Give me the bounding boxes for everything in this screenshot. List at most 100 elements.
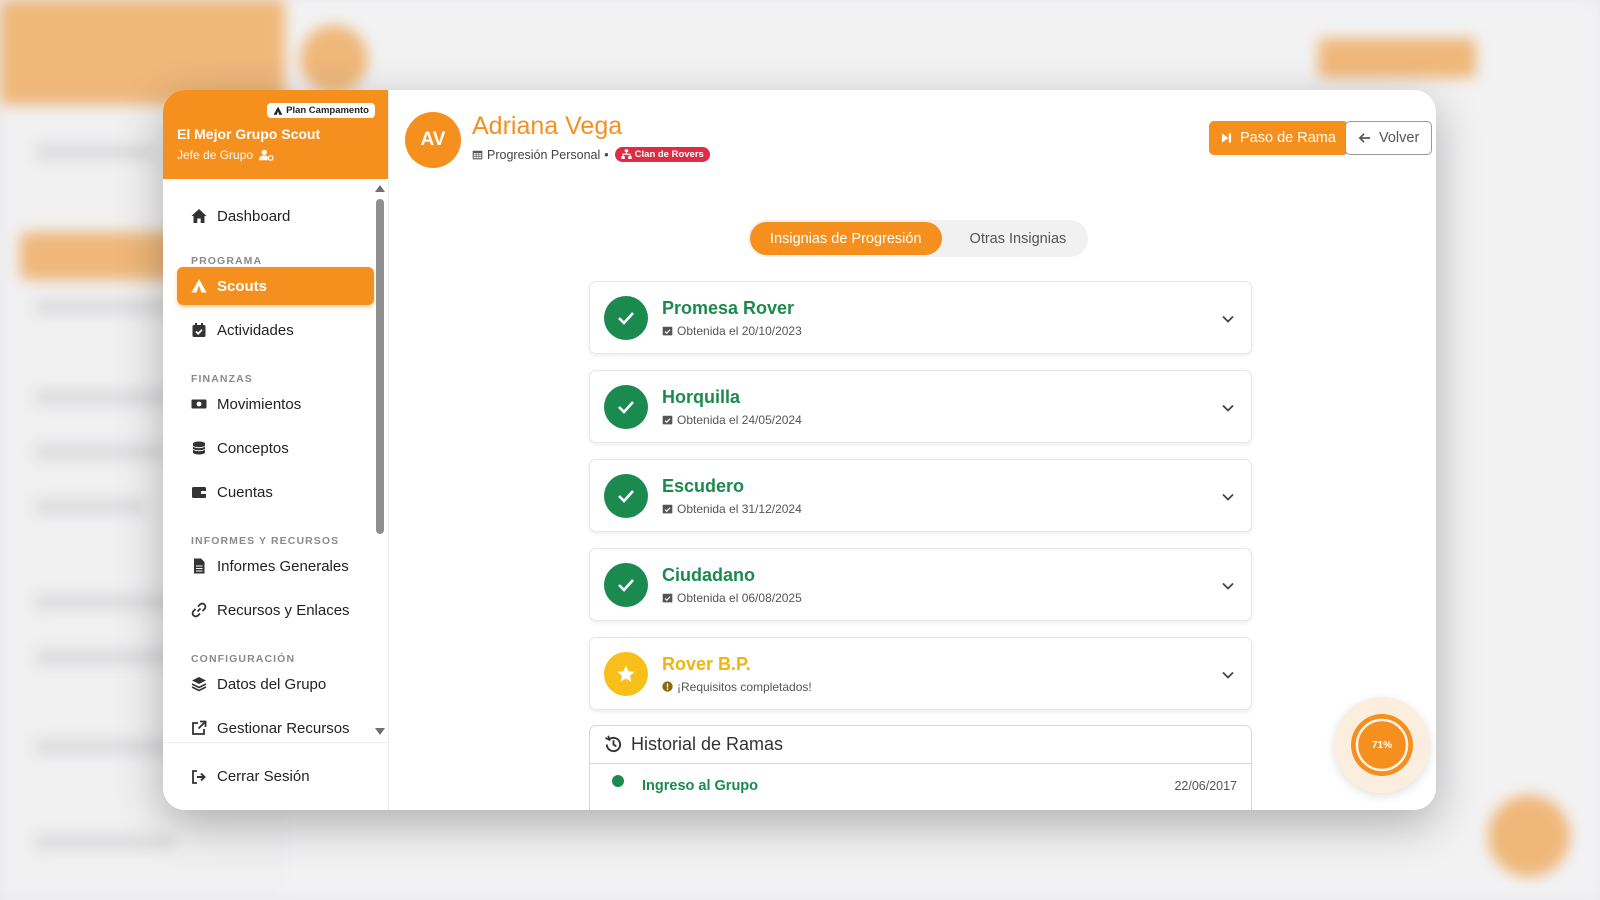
campfire-icon <box>273 106 283 115</box>
chevron-down-icon[interactable] <box>1221 401 1235 415</box>
calendar-check-icon <box>662 415 673 425</box>
calendar-check-icon <box>662 326 673 336</box>
chevron-down-icon[interactable] <box>1221 490 1235 504</box>
arrow-left-icon <box>1358 133 1371 143</box>
logout-button[interactable]: Cerrar Sesión <box>177 758 324 796</box>
progress-button[interactable]: 71% <box>1334 697 1430 793</box>
scroll-thumb[interactable] <box>376 199 384 534</box>
sidebar-item-informes-generales[interactable]: Informes Generales <box>177 547 374 585</box>
insignia-card[interactable]: Escudero Obtenida el 31/12/2024 <box>589 459 1252 532</box>
sidebar-item-label: Datos del Grupo <box>217 675 327 693</box>
calendar-check-icon <box>662 593 673 603</box>
sidebar-item-label: Movimientos <box>217 395 302 413</box>
sidebar-item-movimientos[interactable]: Movimientos <box>177 385 374 423</box>
historial-row-date: 22/06/2017 <box>1174 779 1237 793</box>
check-icon <box>604 295 648 340</box>
avatar: AV <box>405 112 461 168</box>
insignia-title: Ciudadano <box>662 564 755 585</box>
calendar-check-icon <box>662 504 673 514</box>
subtitle-label: Progresión Personal <box>487 147 601 162</box>
insignia-status: Obtenida el 31/12/2024 <box>662 502 802 516</box>
sidebar-header: Plan Campamento El Mejor Grupo Scout Jef… <box>163 90 388 179</box>
progress-label: 71% <box>1371 739 1392 751</box>
insignia-status-text: ¡Requisitos completados! <box>677 679 812 694</box>
insignia-card[interactable]: Ciudadano Obtenida el 06/08/2025 <box>589 548 1252 621</box>
money-icon <box>191 399 207 409</box>
sidebar: Plan Campamento El Mejor Grupo Scout Jef… <box>163 90 389 810</box>
sidebar-scrollbar[interactable] <box>375 185 385 735</box>
link-icon <box>191 602 207 618</box>
home-icon <box>191 209 207 223</box>
insignias-list: Promesa Rover Obtenida el 20/10/2023 Hor… <box>589 281 1252 726</box>
volver-button[interactable]: Volver <box>1345 121 1433 155</box>
insignia-status: ¡Requisitos completados! <box>662 680 812 694</box>
sidebar-item-dashboard[interactable]: Dashboard <box>177 197 374 235</box>
plan-badge-label: Plan Campamento <box>286 105 369 116</box>
check-icon <box>604 473 648 518</box>
sidebar-item-label: Scouts <box>217 277 268 295</box>
insignia-status-text: Obtenida el 06/08/2025 <box>677 590 802 605</box>
external-link-icon <box>192 720 207 735</box>
historial-title: Historial de Ramas <box>631 734 784 754</box>
calendar-icon <box>472 150 483 160</box>
section-configuracion: CONFIGURACIÓN <box>191 653 296 665</box>
file-icon <box>194 558 205 574</box>
insignia-card[interactable]: Horquilla Obtenida el 24/05/2024 <box>589 370 1252 443</box>
insignia-title: Promesa Rover <box>662 297 795 318</box>
sidebar-item-scouts[interactable]: Scouts <box>177 267 374 305</box>
chevron-down-icon[interactable] <box>1221 668 1235 682</box>
sign-out-icon <box>192 769 206 784</box>
historial-row-label: Ingreso al Grupo <box>642 778 759 794</box>
calendar-check-icon <box>192 323 206 337</box>
group-name: El Mejor Grupo Scout <box>177 126 321 142</box>
sidebar-item-label: Informes Generales <box>217 557 349 575</box>
insignias-tabs: Insignias de Progresión Otras Insignias <box>748 220 1089 257</box>
insignia-status: Obtenida el 20/10/2023 <box>662 324 802 338</box>
tab-otras-insignias[interactable]: Otras Insignias <box>950 222 1087 255</box>
paso-button-label: Paso de Rama <box>1240 130 1336 146</box>
rama-badge: Clan de Rovers <box>614 147 710 162</box>
insignia-title: Rover B.P. <box>662 653 751 674</box>
rama-badge-label: Clan de Rovers <box>634 149 704 160</box>
chevron-down-icon[interactable] <box>1221 579 1235 593</box>
plan-badge: Plan Campamento <box>267 103 375 118</box>
historial-row: Ingreso al Grupo 22/06/2017 <box>590 764 1251 808</box>
sidebar-item-datos-grupo[interactable]: Datos del Grupo <box>177 665 374 703</box>
insignia-title: Escudero <box>662 475 745 496</box>
sidebar-item-conceptos[interactable]: Conceptos <box>177 429 374 467</box>
scroll-up-arrow[interactable] <box>375 185 385 192</box>
sidebar-item-label: Cuentas <box>217 483 273 501</box>
history-icon <box>605 735 622 753</box>
check-icon <box>604 562 648 607</box>
section-informes: INFORMES Y RECURSOS <box>191 535 340 547</box>
sidebar-item-actividades[interactable]: Actividades <box>177 311 374 349</box>
app-window: Plan Campamento El Mejor Grupo Scout Jef… <box>163 90 1436 810</box>
campfire-icon <box>191 279 207 293</box>
sidebar-item-recursos-enlaces[interactable]: Recursos y Enlaces <box>177 591 374 629</box>
insignia-status-text: Obtenida el 20/10/2023 <box>677 323 802 338</box>
insignia-title: Horquilla <box>662 386 741 407</box>
insignia-card[interactable]: Rover B.P. ¡Requisitos completados! <box>589 637 1252 710</box>
chevron-down-icon[interactable] <box>1221 312 1235 326</box>
sidebar-item-cuentas[interactable]: Cuentas <box>177 473 374 511</box>
tab-insignias-progresion[interactable]: Insignias de Progresión <box>750 222 942 255</box>
step-forward-icon <box>1221 133 1232 143</box>
paso-de-rama-button[interactable]: Paso de Rama <box>1209 121 1348 155</box>
page-subtitle: Progresión Personal • Clan de Rovers <box>472 147 710 162</box>
section-finanzas: FINANZAS <box>191 373 253 385</box>
sidebar-item-gestionar-recursos[interactable]: Gestionar Recursos <box>177 709 374 739</box>
page-title: Adriana Vega <box>472 112 623 140</box>
scroll-down-arrow[interactable] <box>375 728 385 735</box>
insignia-card[interactable]: Promesa Rover Obtenida el 20/10/2023 <box>589 281 1252 354</box>
volver-button-label: Volver <box>1379 130 1420 146</box>
historial-header: Historial de Ramas <box>590 726 1251 764</box>
check-icon <box>604 384 648 429</box>
wallet-icon <box>192 487 206 498</box>
sidebar-item-label: Recursos y Enlaces <box>217 601 350 619</box>
sidebar-item-label: Actividades <box>217 321 294 339</box>
subtitle-separator: • <box>604 147 609 162</box>
logout-label: Cerrar Sesión <box>217 768 310 785</box>
section-programa: PROGRAMA <box>191 255 263 267</box>
sidebar-nav: Dashboard PROGRAMA Scouts Actividades FI… <box>163 179 388 739</box>
user-role: Jefe de Grupo <box>177 148 374 162</box>
